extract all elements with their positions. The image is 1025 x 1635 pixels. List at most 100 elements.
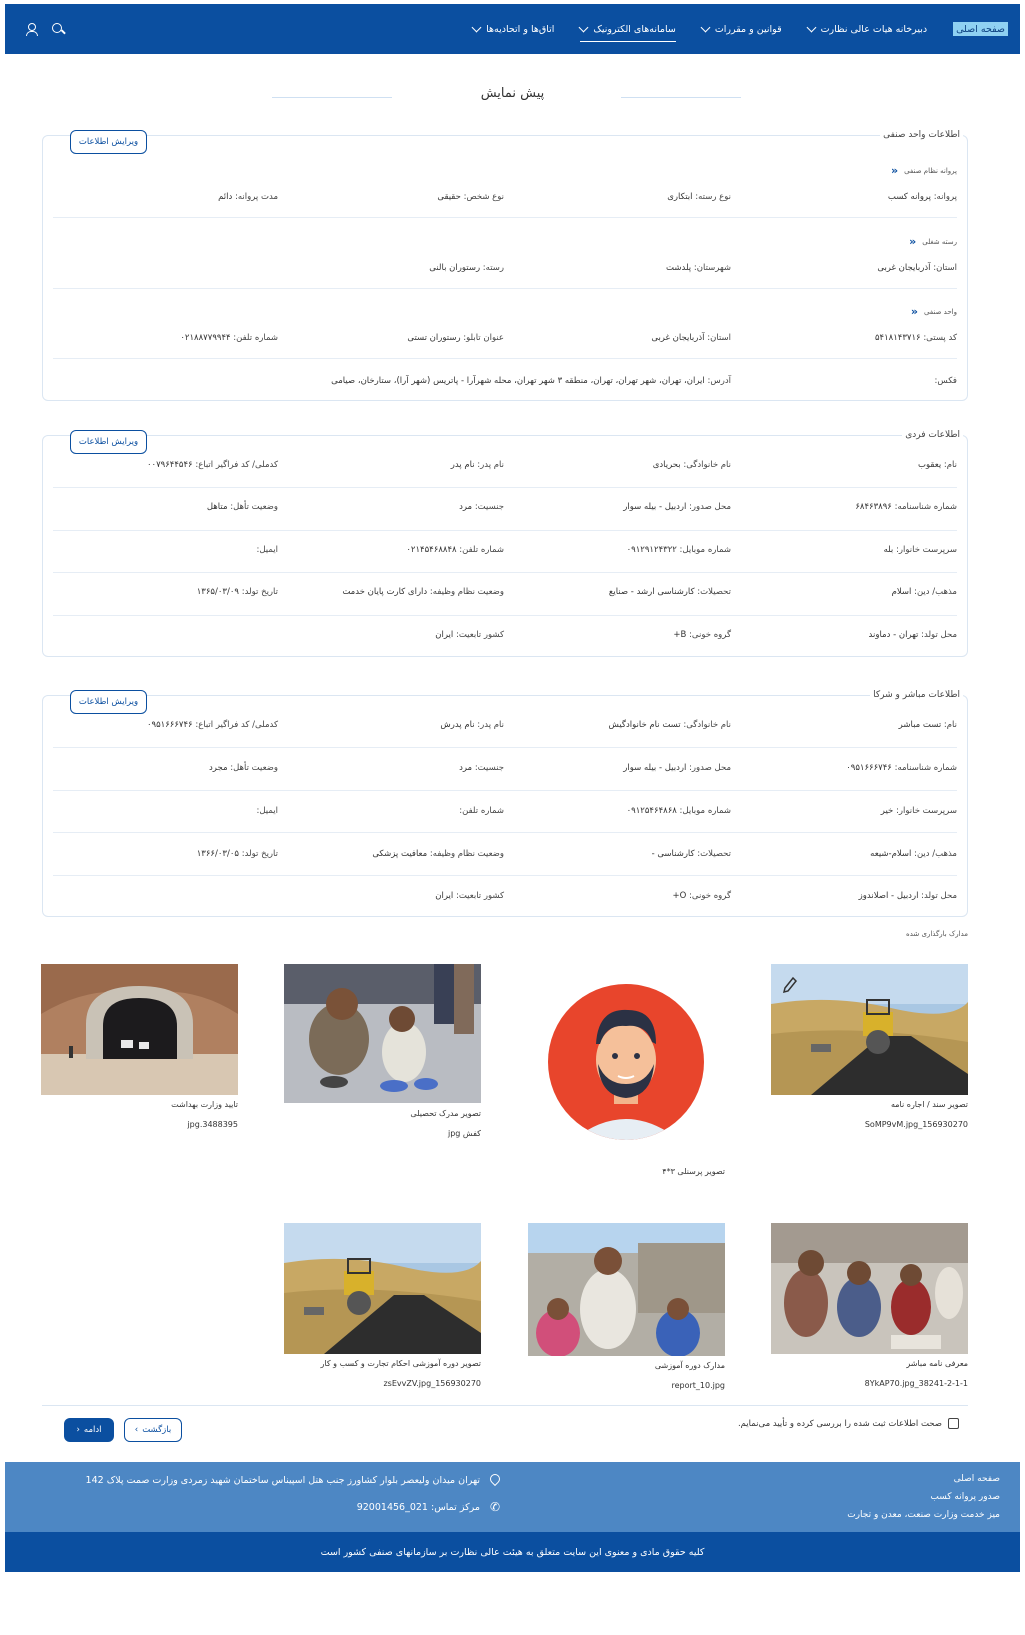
back-button[interactable]: بازگشت › (124, 1418, 182, 1442)
doc-personal-photo[interactable]: تصویر پرسنلی ۳*۴ (528, 964, 725, 1179)
field-id-number: شماره شناسنامه: ۰۹۵۱۶۶۶۷۴۶ (846, 763, 957, 773)
field-person-type: نوع شخص: حقیقی (437, 192, 504, 202)
field-phone: شماره تلفن: ۰۲۱۸۸۷۷۹۹۴۴ (180, 333, 278, 343)
row-divider (53, 572, 957, 573)
field-family: نام خانوادگی: بحریادی (652, 460, 731, 470)
edit-button[interactable]: ویرایش اطلاعات (70, 690, 147, 714)
search-icon[interactable] (51, 22, 65, 36)
doc-lease[interactable]: تصویر سند / اجاره نامه SoMP9vM.jpg_15693… (771, 964, 968, 1134)
doc-caption: تصویر پرسنلی ۳*۴ (662, 1167, 725, 1176)
field-military: وضعیت نظام وظیفه: دارای کارت پایان خدمت (342, 587, 504, 597)
doc-caption: مدارک دوره آموزشی (654, 1361, 725, 1370)
nav-item-chambers[interactable]: اتاق‌ها و اتحادیه‌ها (471, 4, 554, 54)
field-household-head: سرپرست خانوار: بله (883, 545, 957, 555)
doc-education-certificate[interactable]: تصویر مدرک تحصیلی کفش jpg (284, 964, 481, 1144)
field-address: آدرس: ایران، تهران، شهر تهران، تهران، من… (331, 376, 731, 386)
section-title: اطلاعات واحد صنفی (880, 130, 963, 140)
phone-icon: ✆ (489, 1500, 500, 1514)
confirm-checkbox[interactable] (948, 1418, 959, 1429)
field-sign-title: عنوان تابلو: رستوران تستی (407, 333, 504, 343)
field-province: استان: آذربایجان غربی (877, 263, 957, 273)
nav-menu: صفحه اصلی دبیرخانه هیات عالی نظارت قوانی… (471, 4, 1008, 54)
edit-button[interactable]: ویرایش اطلاعات (70, 130, 147, 154)
doc-filename: کفش jpg (448, 1129, 481, 1138)
field-blood-type: گروه خونی: B+ (673, 630, 731, 640)
divider (42, 1405, 968, 1406)
doc-filename: 8YkAP70.jpg_38241-2-1-1 (864, 1379, 968, 1388)
nav-item-laws[interactable]: قوانین و مقررات (700, 4, 782, 54)
nav-item-secretariat[interactable]: دبیرخانه هیات عالی نظارت (806, 4, 927, 54)
field-nationality: کشور تابعیت: ایران (435, 891, 504, 901)
field-education: تحصیلات: کارشناسی - (651, 849, 731, 859)
double-chevron-icon[interactable]: « (909, 235, 916, 248)
edit-button[interactable]: ویرایش اطلاعات (70, 430, 147, 454)
chevron-down-icon (806, 22, 817, 32)
double-chevron-icon[interactable]: « (911, 305, 918, 318)
field-email: ایمیل: (256, 545, 278, 555)
doc-training-course[interactable]: مدارک دوره آموزشی report_10.jpg (528, 1223, 725, 1395)
confirm-row: صحت اطلاعات ثبت شده را بررسی کرده و تأیی… (738, 1418, 959, 1429)
field-birth-place: محل تولد: اردبیل - اصلاندوز (858, 891, 957, 901)
field-national-code: کدملی/ کد فراگیر اتباع: ۰۹۵۱۶۶۶۷۴۶ (146, 720, 278, 730)
row-divider (53, 217, 957, 218)
subsection-title: رسته شغلی « (909, 235, 957, 248)
footer-link-home[interactable]: صفحه اصلی (954, 1474, 1000, 1484)
page-title: پیش نمایش (480, 86, 545, 101)
field-issue-place: محل صدور: اردبیل - بیله سوار (623, 502, 731, 512)
field-birth-place: محل تولد: تهران - دماوند (868, 630, 957, 640)
doc-introduction-letter[interactable]: معرفی نامه مباشر 8YkAP70.jpg_38241-2-1-1 (771, 1223, 968, 1393)
doc-caption: تصویر دوره آموزشی احکام تجارت و کسب و کا… (320, 1359, 481, 1368)
field-birth-date: تاریخ تولد: ۱۳۶۶/۰۳/۰۵ (196, 849, 278, 859)
doc-caption: تصویر مدرک تحصیلی (410, 1109, 481, 1118)
field-nationality: کشور تابعیت: ایران (435, 630, 504, 640)
chevron-right-icon: › (134, 1425, 139, 1435)
section-title: اطلاعات فردی (902, 430, 963, 440)
field-phone: شماره تلفن: (459, 806, 504, 816)
chevron-left-icon: ‹ (76, 1425, 80, 1435)
doc-caption: تایید وزارت بهداشت (171, 1100, 238, 1109)
footer: صفحه اصلی صدور پروانه کسب میز خدمت وزارت… (5, 1462, 1020, 1532)
doc-caption: معرفی نامه مباشر (906, 1359, 968, 1368)
classroom-photo (771, 1223, 968, 1354)
field-id-number: شماره شناسنامه: ۶۸۴۶۳۸۹۶ (855, 502, 957, 512)
doc-business-course[interactable]: تصویر دوره آموزشی احکام تجارت و کسب و کا… (284, 1223, 481, 1393)
partners-info-section: اطلاعات مباشر و شرکا ویرایش اطلاعات نام:… (42, 690, 968, 917)
field-issue-place: محل صدور: اردبیل - بیله سوار (623, 763, 731, 773)
continue-button[interactable]: ادامه ‹ (64, 1418, 114, 1442)
top-nav: صفحه اصلی دبیرخانه هیات عالی نظارت قوانی… (5, 4, 1020, 54)
doc-caption: تصویر سند / اجاره نامه (890, 1100, 968, 1109)
field-name: نام: تست مباشر (898, 720, 957, 730)
field-gender: جنسیت: مرد (459, 502, 504, 512)
field-national-code: کدملی/ کد فراگیر اتباع: ۰۰۷۹۶۴۴۵۴۶ (146, 460, 278, 470)
row-divider (53, 832, 957, 833)
row-divider (53, 530, 957, 531)
user-icon[interactable] (25, 23, 38, 36)
unit-info-section: اطلاعات واحد صنفی ویرایش اطلاعات پروانه … (42, 130, 968, 401)
doc-filename: report_10.jpg (671, 1381, 725, 1390)
row-divider (53, 487, 957, 488)
row-divider (53, 875, 957, 876)
footer-link-license[interactable]: صدور پروانه کسب (930, 1492, 1000, 1502)
row-divider (53, 288, 957, 289)
doc-health-approval[interactable]: تایید وزارت بهداشت jpg.3488395 (41, 964, 238, 1134)
nav-item-electronic-systems[interactable]: سامانه‌های الکترونیک (578, 4, 677, 54)
field-education: تحصیلات: کارشناسی ارشد - صنایع (608, 587, 731, 597)
field-religion: مذهب/ دین: اسلام (891, 587, 957, 597)
field-blood-type: گروه خونی: O+ (672, 891, 732, 901)
field-father: نام پدر: نام پدر (450, 460, 504, 470)
avatar-photo (528, 964, 725, 1161)
row-divider (53, 747, 957, 748)
field-household-head: سرپرست خانوار: خیر (880, 806, 957, 816)
double-chevron-icon[interactable]: « (891, 164, 898, 177)
uploaded-docs-label: مدارک بارگذاری شده (906, 930, 968, 938)
field-birth-date: تاریخ تولد: ۱۳۶۵/۰۳/۰۹ (196, 587, 278, 597)
field-mobile: شماره موبایل: ۰۹۱۲۵۴۶۴۸۶۸ (626, 806, 731, 816)
nav-item-home[interactable]: صفحه اصلی (953, 22, 1008, 36)
field-license-duration: مدت پروانه: دائم (218, 192, 278, 202)
field-mobile: شماره موبایل: ۰۹۱۲۹۱۲۴۳۲۲ (626, 545, 731, 555)
field-province: استان: آذربایجان غربی (651, 333, 731, 343)
children-photo (528, 1223, 725, 1356)
field-father: نام پدر: نام پدرش (440, 720, 504, 730)
footer-link-service-desk[interactable]: میز خدمت وزارت صنعت، معدن و تجارت (847, 1510, 1000, 1520)
field-postal-code: کد پستی: ۵۴۱۸۱۴۳۷۱۶ (874, 333, 957, 343)
